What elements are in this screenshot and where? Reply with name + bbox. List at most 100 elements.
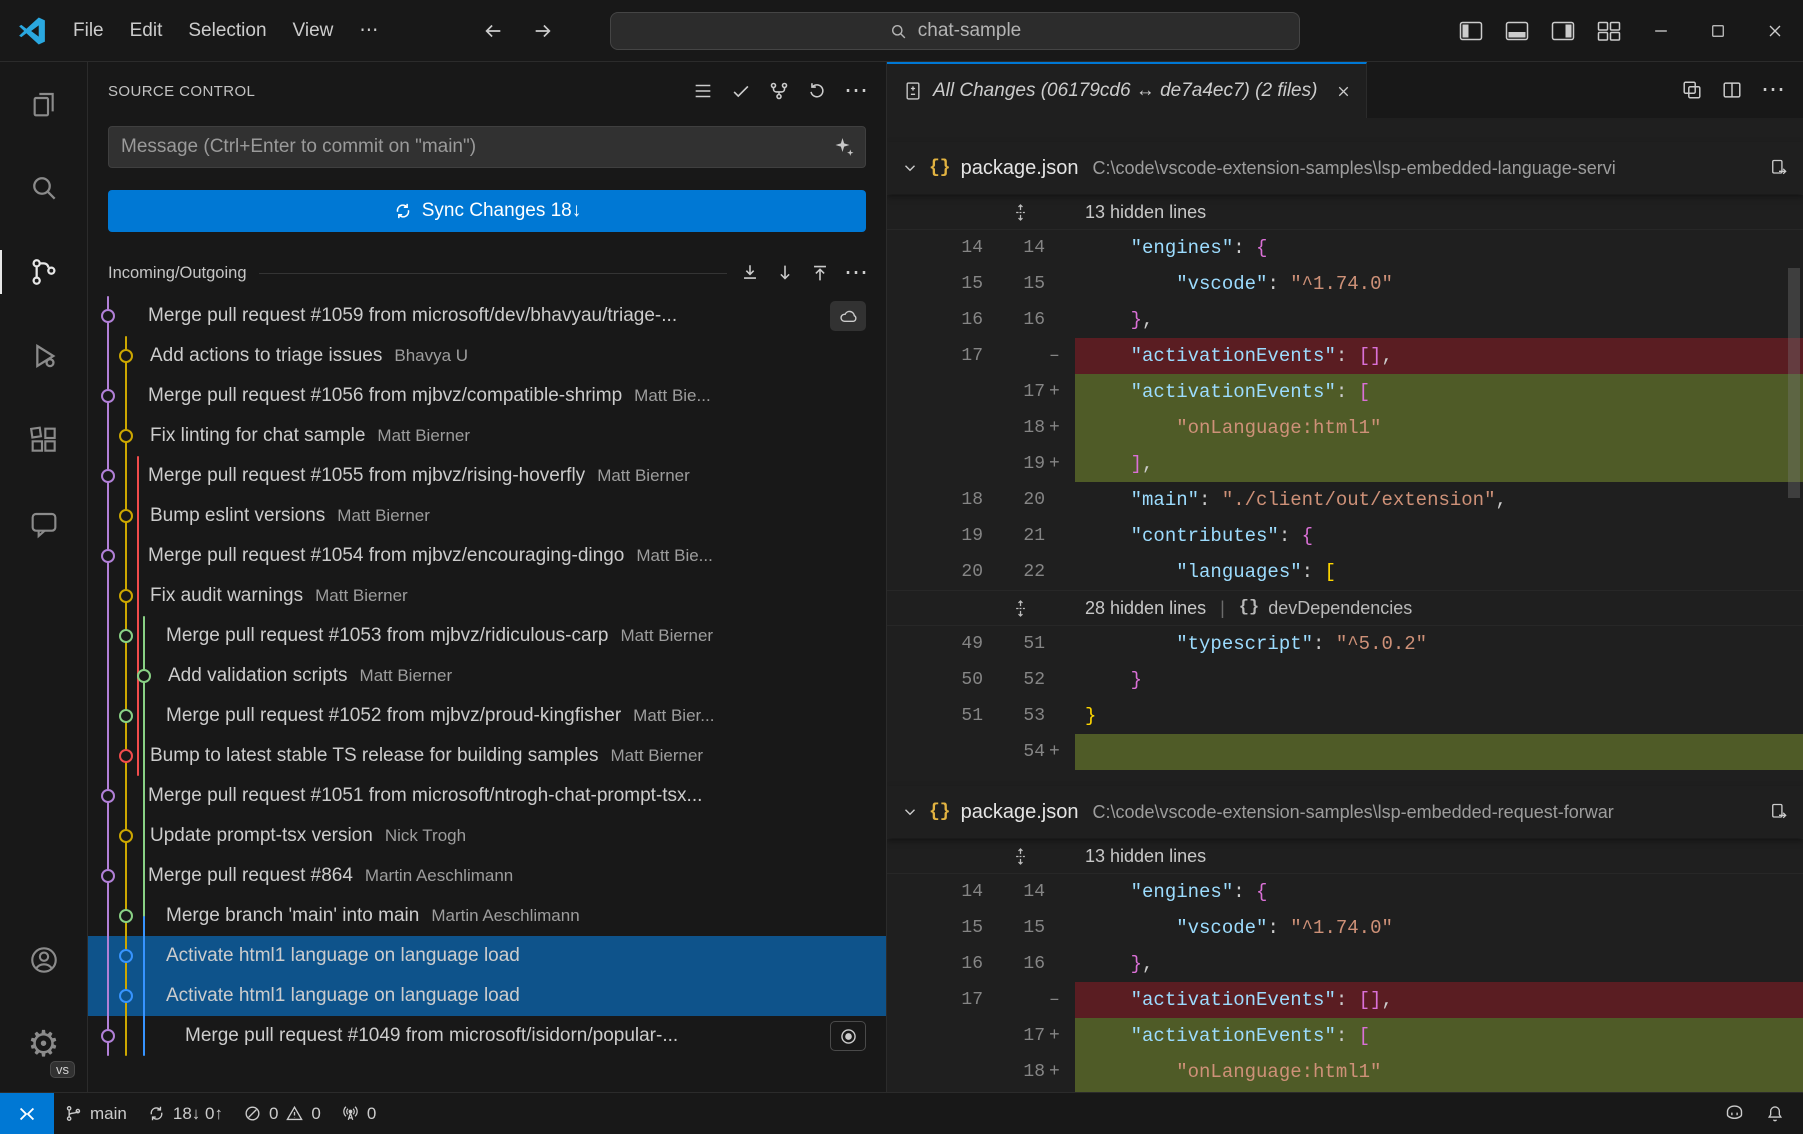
sparkle-icon[interactable] <box>832 135 856 159</box>
copilot-icon[interactable] <box>1714 1093 1755 1134</box>
editor-scrollbar[interactable] <box>1788 268 1800 498</box>
commit-row[interactable]: Merge pull request #1049 from microsoft/… <box>88 1016 886 1056</box>
diff-line[interactable]: 1515 "vscode": "^1.74.0" <box>887 266 1803 302</box>
refresh-icon[interactable] <box>806 80 828 102</box>
diff-line[interactable]: 5052 } <box>887 662 1803 698</box>
push-icon[interactable] <box>809 262 831 284</box>
tab-close-icon[interactable] <box>1335 83 1352 100</box>
commit-row[interactable]: Bump to latest stable TS release for bui… <box>88 736 886 776</box>
commit-row[interactable]: Activate html1 language on language load <box>88 976 886 1016</box>
close-button[interactable] <box>1746 0 1803 61</box>
cloud-icon[interactable] <box>830 301 866 331</box>
tab-all-changes[interactable]: All Changes (06179cd6 ↔ de7a4ec7) (2 fil… <box>887 62 1367 118</box>
remote-indicator[interactable] <box>0 1093 54 1134</box>
branch-indicator[interactable]: main <box>54 1093 137 1134</box>
diff-line[interactable]: 1414 "engines": { <box>887 874 1803 910</box>
chevron-down-icon[interactable] <box>901 803 919 821</box>
accounts-icon[interactable] <box>0 918 87 1002</box>
unfold-icon[interactable] <box>1011 203 1030 222</box>
diff-line[interactable]: 1515 "vscode": "^1.74.0" <box>887 910 1803 946</box>
diff-line[interactable]: 1414 "engines": { <box>887 230 1803 266</box>
view-as-list-icon[interactable] <box>692 80 714 102</box>
activity-extensions-icon[interactable] <box>0 398 87 482</box>
commit-row[interactable]: Merge pull request #1051 from microsoft/… <box>88 776 886 816</box>
menu-view[interactable]: View <box>280 0 347 61</box>
hidden-lines-separator[interactable]: 13 hidden lines <box>887 194 1803 230</box>
fetch-icon[interactable] <box>739 262 761 284</box>
diff-line[interactable]: 5153} <box>887 698 1803 734</box>
commit-row[interactable]: Add validation scriptsMatt Bierner <box>88 656 886 696</box>
go-to-file-icon[interactable] <box>1769 158 1789 178</box>
commit-row[interactable]: Merge pull request #1056 from mjbvz/comp… <box>88 376 886 416</box>
graph-more-icon[interactable]: ⋯ <box>844 261 868 285</box>
commit-message-input[interactable] <box>108 126 866 168</box>
manage-gear-icon[interactable]: ⚙ vs <box>0 1002 87 1086</box>
commit-row[interactable]: Merge pull request #864Martin Aeschliman… <box>88 856 886 896</box>
commit-row[interactable]: Merge pull request #1053 from mjbvz/ridi… <box>88 616 886 656</box>
commit-row[interactable]: Merge pull request #1055 from mjbvz/risi… <box>88 456 886 496</box>
menu-selection[interactable]: Selection <box>175 0 279 61</box>
menu-file[interactable]: File <box>60 0 117 61</box>
go-to-file-icon[interactable] <box>1769 802 1789 822</box>
diff-line[interactable]: 19+ ], <box>887 1090 1803 1092</box>
open-changes-icon[interactable] <box>1681 79 1703 101</box>
menu-more[interactable]: ⋯ <box>346 0 391 61</box>
activity-chat-icon[interactable] <box>0 482 87 566</box>
more-actions-icon[interactable]: ⋯ <box>844 79 868 103</box>
diff-line[interactable]: 2022 "languages": [ <box>887 554 1803 590</box>
commit-row[interactable]: Merge pull request #1054 from mjbvz/enco… <box>88 536 886 576</box>
sync-changes-button[interactable]: Sync Changes 18↓ <box>108 190 866 232</box>
commit-check-icon[interactable] <box>730 80 752 102</box>
diff-line[interactable]: 1820 "main": "./client/out/extension", <box>887 482 1803 518</box>
activity-explorer-icon[interactable] <box>0 62 87 146</box>
diff-line[interactable]: 17– "activationEvents": [], <box>887 338 1803 374</box>
minimize-button[interactable] <box>1632 0 1689 61</box>
commit-row[interactable]: Merge pull request #1059 from microsoft/… <box>88 296 886 336</box>
commit-row[interactable]: Merge branch 'main' into mainMartin Aesc… <box>88 896 886 936</box>
hidden-lines-separator[interactable]: 28 hidden lines|{}devDependencies <box>887 590 1803 626</box>
incoming-outgoing-section[interactable]: Incoming/Outgoing ⋯ <box>88 256 886 290</box>
command-center-search[interactable]: chat-sample <box>610 12 1300 50</box>
toggle-secondary-sidebar-icon[interactable] <box>1540 0 1586 61</box>
diff-line[interactable]: 19+ ], <box>887 446 1803 482</box>
commit-row[interactable]: Activate html1 language on language load <box>88 936 886 976</box>
back-arrow-icon[interactable] <box>471 11 515 51</box>
commit-row[interactable]: Fix audit warningsMatt Bierner <box>88 576 886 616</box>
file-header[interactable]: {}package.jsonC:\code\vscode-extension-s… <box>887 786 1803 838</box>
target-icon[interactable] <box>830 1021 866 1051</box>
editor-more-icon[interactable]: ⋯ <box>1761 78 1785 102</box>
commit-row[interactable]: Add actions to triage issuesBhavya U <box>88 336 886 376</box>
commit-row[interactable]: Update prompt-tsx versionNick Trogh <box>88 816 886 856</box>
activity-run-debug-icon[interactable] <box>0 314 87 398</box>
diff-line[interactable]: 17+ "activationEvents": [ <box>887 1018 1803 1054</box>
unfold-icon[interactable] <box>1011 599 1030 618</box>
toggle-panel-icon[interactable] <box>1494 0 1540 61</box>
commit-row[interactable]: Bump eslint versionsMatt Bierner <box>88 496 886 536</box>
diff-line[interactable]: 4951 "typescript": "^5.0.2" <box>887 626 1803 662</box>
unfold-icon[interactable] <box>1011 847 1030 866</box>
diff-line[interactable]: 1616 }, <box>887 302 1803 338</box>
diff-line[interactable]: 17– "activationEvents": [], <box>887 982 1803 1018</box>
diff-line[interactable]: 18+ "onLanguage:html1" <box>887 410 1803 446</box>
diff-line[interactable]: 54+ <box>887 734 1803 770</box>
customize-layout-icon[interactable] <box>1586 0 1632 61</box>
notifications-bell-icon[interactable] <box>1755 1093 1795 1134</box>
commit-row[interactable]: Fix linting for chat sampleMatt Bierner <box>88 416 886 456</box>
forward-arrow-icon[interactable] <box>521 11 565 51</box>
split-editor-icon[interactable] <box>1721 79 1743 101</box>
toggle-primary-sidebar-icon[interactable] <box>1448 0 1494 61</box>
activity-source-control-icon[interactable] <box>0 230 87 314</box>
ports-indicator[interactable]: 0 <box>331 1093 386 1134</box>
pull-icon[interactable] <box>774 262 796 284</box>
hidden-lines-separator[interactable]: 13 hidden lines <box>887 838 1803 874</box>
diff-line[interactable]: 18+ "onLanguage:html1" <box>887 1054 1803 1090</box>
chevron-down-icon[interactable] <box>901 159 919 177</box>
git-graph-icon[interactable] <box>768 80 790 102</box>
problems-indicator[interactable]: 0 0 <box>233 1093 331 1134</box>
menu-edit[interactable]: Edit <box>117 0 176 61</box>
sync-status[interactable]: 18↓ 0↑ <box>137 1093 233 1134</box>
commit-row[interactable]: Merge pull request #1052 from mjbvz/prou… <box>88 696 886 736</box>
activity-search-icon[interactable] <box>0 146 87 230</box>
file-header[interactable]: {}package.jsonC:\code\vscode-extension-s… <box>887 142 1803 194</box>
diff-line[interactable]: 17+ "activationEvents": [ <box>887 374 1803 410</box>
